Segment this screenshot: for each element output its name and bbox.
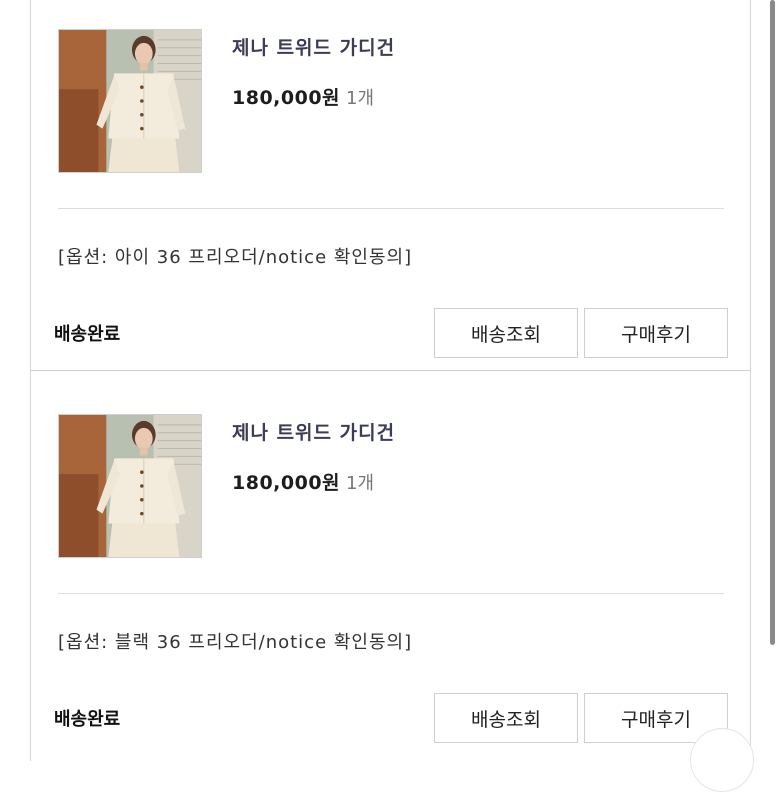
order-item: 제나 트위드 가디건 180,000원 1개 [옵션: 아이 36 프리오더/no… [30,0,751,371]
product-photo [59,415,201,557]
product-price: 180,000원 [232,87,341,109]
product-quantity: 1개 [346,473,375,494]
product-option: [옵션: 아이 36 프리오더/notice 확인동의] [58,247,413,268]
delivery-status: 배송완료 [54,324,121,345]
delivery-status: 배송완료 [54,709,121,730]
product-thumbnail[interactable] [58,29,202,173]
track-delivery-button[interactable]: 배송조회 [434,693,578,743]
order-list: 제나 트위드 가디건 180,000원 1개 [옵션: 아이 36 프리오더/no… [0,0,782,792]
track-delivery-button[interactable]: 배송조회 [434,308,578,358]
product-quantity: 1개 [346,88,375,109]
price-line: 180,000원 1개 [232,83,374,110]
scrollbar[interactable] [770,0,775,645]
floating-button[interactable] [690,728,754,792]
order-item: 제나 트위드 가디건 180,000원 1개 [옵션: 블랙 36 프리오더/no… [30,371,751,761]
product-name[interactable]: 제나 트위드 가디건 [232,33,395,60]
divider [58,593,724,594]
product-name[interactable]: 제나 트위드 가디건 [232,418,395,445]
product-option: [옵션: 블랙 36 프리오더/notice 확인동의] [58,632,413,653]
product-thumbnail[interactable] [58,414,202,558]
price-line: 180,000원 1개 [232,468,374,495]
product-price: 180,000원 [232,472,341,494]
write-review-button[interactable]: 구매후기 [584,308,728,358]
divider [58,208,724,209]
product-photo [59,30,201,172]
